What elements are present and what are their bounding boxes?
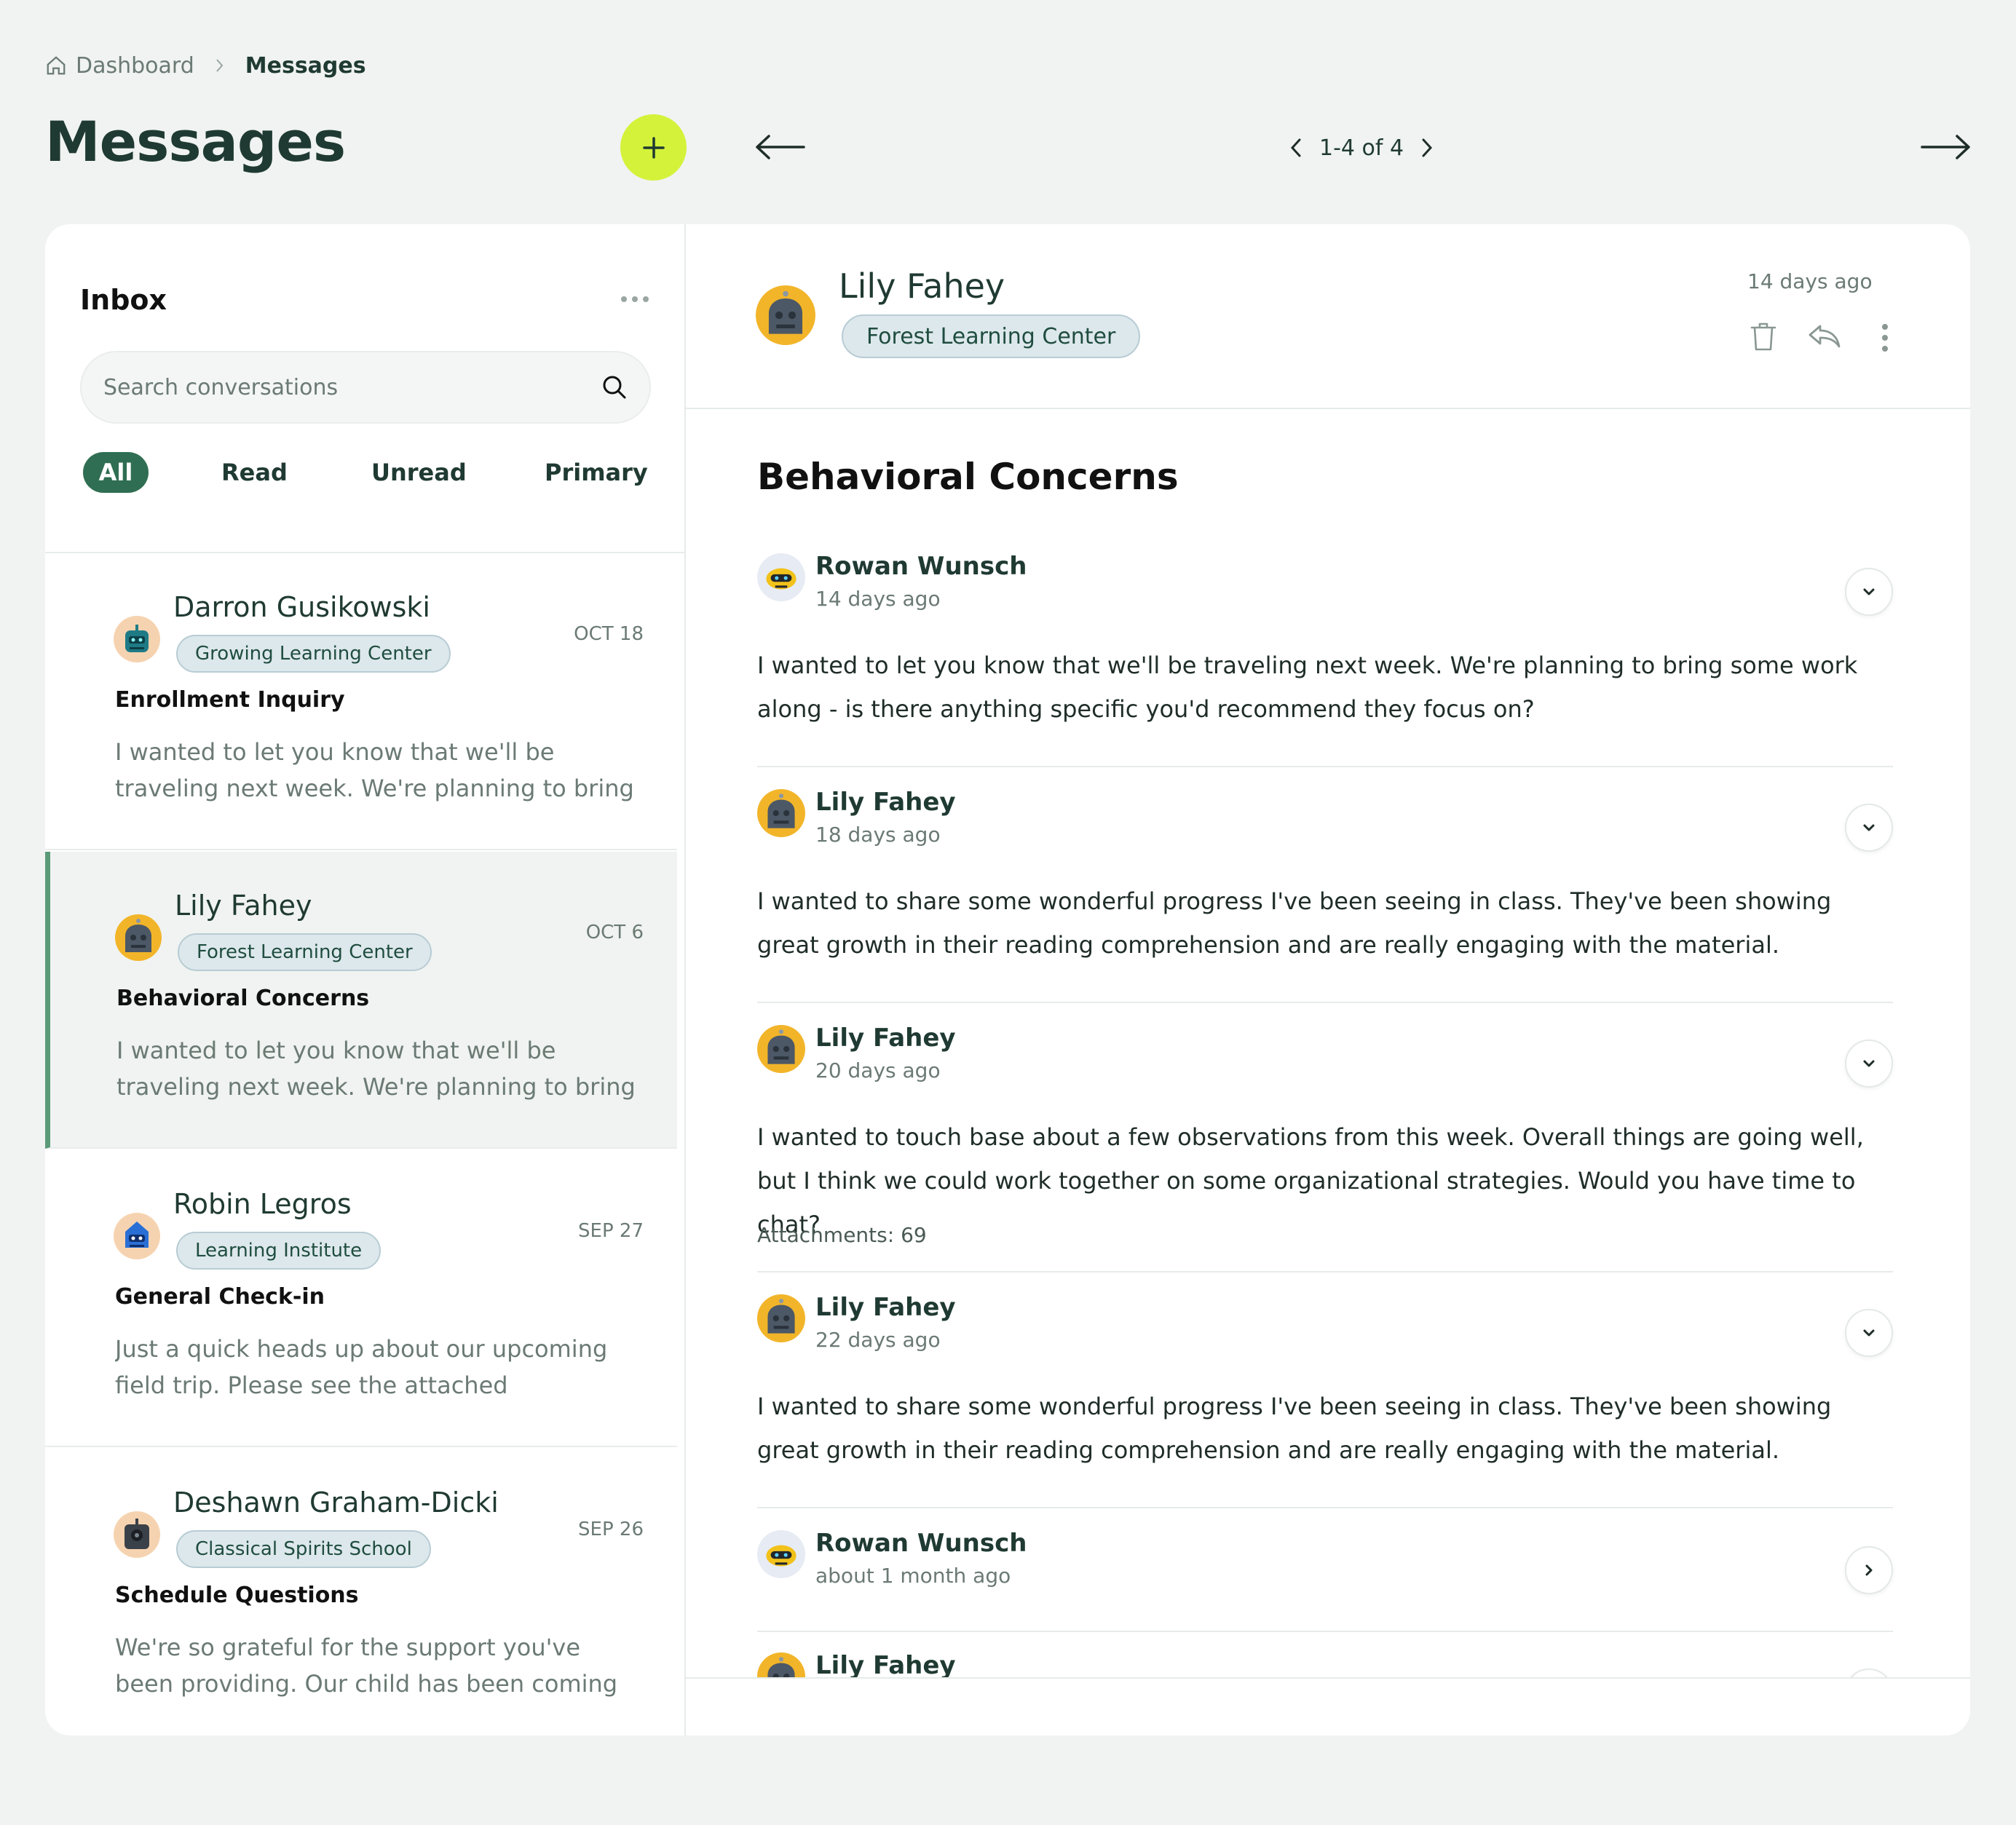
conversation-sender: Deshawn Graham-Dicki	[173, 1486, 499, 1519]
conversation-subject: General Check-in	[115, 1284, 325, 1310]
thread-message: Lily Fahey 20 days ago I wanted to touch…	[757, 1024, 1893, 1272]
yellow-robot-icon	[757, 553, 805, 601]
search-input[interactable]	[103, 352, 577, 422]
school-badge: Growing Learning Center	[176, 635, 451, 673]
trash-icon[interactable]	[1749, 320, 1778, 352]
message-time: 14 days ago	[815, 587, 941, 611]
expand-message-button[interactable]	[1845, 1546, 1893, 1594]
message-time: about 1 month ago	[815, 1564, 1011, 1588]
collapse-message-button[interactable]	[1845, 1309, 1893, 1357]
inbox-title: Inbox	[80, 284, 167, 316]
message-time: 18 days ago	[815, 823, 941, 847]
school-badge: Learning Institute	[176, 1232, 382, 1270]
chevron-down-icon	[1863, 824, 1875, 831]
conversation-subject: Schedule Questions	[115, 1583, 359, 1608]
conversation-item[interactable]: Robin Legros Learning Institute SEP 27 G…	[45, 1150, 677, 1447]
conversation-preview: I wanted to let you know that we'll be t…	[116, 1037, 636, 1101]
gray-robot-icon	[756, 285, 815, 345]
conversation-preview: I wanted to let you know that we'll be t…	[115, 738, 634, 802]
filter-all-tab[interactable]: All	[83, 452, 149, 493]
conversation-item[interactable]: Deshawn Graham-Dicki Classical Spirits S…	[45, 1449, 677, 1735]
message-time: 20 days ago	[815, 1058, 941, 1082]
next-thread-arrow-icon[interactable]	[1919, 132, 1972, 162]
inbox-panel: Inbox All Read Unread Primary Darron Gus…	[45, 224, 686, 1735]
blue-robot-icon	[114, 1213, 160, 1259]
thread-message: Rowan Wunsch 14 days ago I wanted to let…	[757, 552, 1893, 767]
message-sender: Lily Fahey	[815, 1293, 956, 1322]
dark-robot-icon	[114, 1511, 160, 1558]
message-sender: Rowan Wunsch	[815, 552, 1027, 581]
thread-message: Lily Fahey 18 days ago I wanted to share…	[757, 788, 1893, 1003]
previous-thread-arrow-icon[interactable]	[754, 132, 807, 162]
conversation-sender: Darron Gusikowski	[173, 591, 430, 623]
search-box	[80, 351, 651, 424]
gray-robot-icon	[115, 914, 162, 961]
pager: 1-4 of 4	[1289, 131, 1434, 165]
message-time: 22 days ago	[815, 1328, 941, 1352]
message-body: I wanted to share some wonderful progres…	[757, 1393, 1832, 1464]
message-sender: Lily Fahey	[815, 1024, 956, 1053]
pager-prev-icon[interactable]	[1289, 137, 1303, 159]
filter-read-tab[interactable]: Read	[221, 459, 288, 486]
collapse-message-button[interactable]	[1845, 568, 1893, 616]
thread-subject: Behavioral Concerns	[757, 456, 1179, 498]
chevron-down-icon	[1863, 1060, 1875, 1067]
yellow-robot-icon	[757, 1530, 805, 1578]
message-body: I wanted to let you know that we'll be t…	[757, 652, 1858, 723]
gray-robot-icon	[757, 1025, 805, 1073]
reply-icon[interactable]	[1807, 323, 1842, 349]
more-vertical-icon[interactable]	[1881, 323, 1889, 352]
conversation-subject: Behavioral Concerns	[116, 986, 370, 1011]
conversation-sender: Robin Legros	[173, 1188, 352, 1220]
gray-robot-icon	[757, 789, 805, 837]
chevron-right-icon	[215, 58, 225, 74]
page-title: Messages	[45, 109, 346, 174]
conversation-date: SEP 26	[578, 1519, 644, 1540]
conversation-item[interactable]: Darron Gusikowski Growing Learning Cente…	[45, 553, 677, 850]
home-icon[interactable]	[45, 55, 67, 76]
collapse-message-button[interactable]	[1845, 804, 1893, 852]
message-detail-panel: Lily Fahey Forest Learning Center 14 day…	[686, 224, 1970, 1735]
more-horizontal-icon[interactable]	[620, 296, 649, 303]
search-icon[interactable]	[601, 374, 628, 400]
gray-robot-icon	[757, 1294, 805, 1342]
message-attachments[interactable]: Attachments: 69	[757, 1223, 927, 1247]
filter-primary-tab[interactable]: Primary	[545, 459, 648, 486]
plus-icon	[642, 136, 665, 159]
conversation-sender: Lily Fahey	[175, 890, 312, 922]
chevron-down-icon	[1863, 588, 1875, 595]
compose-button[interactable]	[620, 114, 687, 181]
detail-sender-name: Lily Fahey	[839, 266, 1005, 306]
detail-header: Lily Fahey Forest Learning Center 14 day…	[686, 224, 1970, 409]
conversation-preview: Just a quick heads up about our upcoming…	[115, 1335, 608, 1399]
conversation-date: SEP 27	[578, 1220, 644, 1242]
pager-label: 1-4 of 4	[1319, 135, 1404, 161]
conversation-preview: We're so grateful for the support you've…	[115, 1634, 618, 1698]
chevron-right-icon	[1865, 1564, 1873, 1576]
pager-next-icon[interactable]	[1420, 137, 1434, 159]
message-body: I wanted to touch base about a few obser…	[757, 1123, 1864, 1238]
school-badge: Forest Learning Center	[842, 314, 1141, 358]
conversation-date: OCT 18	[574, 623, 644, 645]
message-sender: Lily Fahey	[815, 788, 956, 817]
breadcrumb: Dashboard Messages	[45, 51, 366, 80]
message-sender: Lily Fahey	[815, 1651, 956, 1680]
chevron-down-icon	[1863, 1329, 1875, 1337]
breadcrumb-dashboard-link[interactable]: Dashboard	[76, 53, 194, 79]
collapse-message-button[interactable]	[1845, 1040, 1893, 1088]
teal-robot-icon	[114, 616, 160, 662]
message-sender: Rowan Wunsch	[815, 1529, 1027, 1558]
filter-unread-tab[interactable]: Unread	[371, 459, 467, 486]
breadcrumb-current: Messages	[245, 52, 366, 79]
thread-message: Lily Fahey 22 days ago I wanted to share…	[757, 1293, 1893, 1508]
school-badge: Forest Learning Center	[178, 933, 432, 971]
school-badge: Classical Spirits School	[176, 1530, 431, 1568]
detail-footer	[686, 1677, 1970, 1735]
message-body: I wanted to share some wonderful progres…	[757, 887, 1832, 959]
thread-message-collapsed[interactable]: Rowan Wunsch about 1 month ago	[757, 1529, 1893, 1632]
conversation-item-selected[interactable]: Lily Fahey Forest Learning Center OCT 6 …	[45, 852, 677, 1149]
detail-timestamp: 14 days ago	[1747, 269, 1873, 293]
conversation-date: OCT 6	[585, 922, 644, 943]
conversation-subject: Enrollment Inquiry	[115, 687, 345, 713]
